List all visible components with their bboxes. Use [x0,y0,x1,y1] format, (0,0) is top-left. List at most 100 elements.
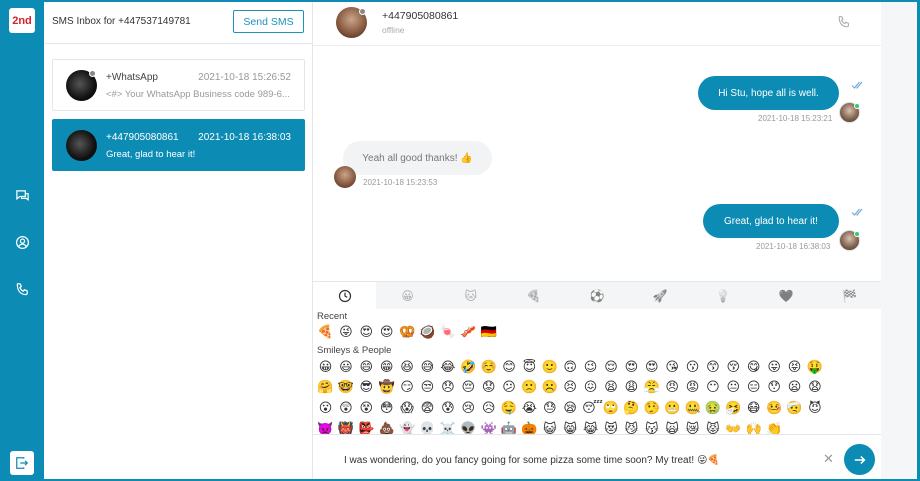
emoji-item[interactable]: 😓 [541,399,558,416]
emoji-item[interactable]: 😿 [684,420,701,435]
conversation-item[interactable]: +WhatsApp 2021-10-18 15:26:52 <#> Your W… [52,59,305,111]
emoji-item[interactable]: 😃 [337,358,354,375]
emoji-item[interactable]: 😜 [337,323,354,340]
emoji-item[interactable]: 🤒 [766,399,783,416]
emoji-item[interactable]: 👏 [766,420,783,435]
emoji-item[interactable]: 😇 [521,358,538,375]
emoji-item[interactable]: 🍕 [317,323,334,340]
emoji-item[interactable]: 🇩🇪 [480,323,497,340]
emoji-item[interactable]: 😗 [684,358,701,375]
emoji-item[interactable]: 🤧 [725,399,742,416]
emoji-item[interactable]: 😍 [643,358,660,375]
emoji-item[interactable]: 😂 [439,358,456,375]
emoji-item[interactable]: 🤠 [378,378,395,395]
emoji-item[interactable]: 💩 [378,420,395,435]
emoji-item[interactable]: 😻 [602,420,619,435]
emoji-item[interactable]: 😶 [704,378,721,395]
emoji-item[interactable]: 😎 [358,378,375,395]
emoji-item[interactable]: 😭 [521,399,538,416]
tab-flags[interactable]: 🏁 [818,282,881,309]
emoji-item[interactable]: 😡 [684,378,701,395]
emoji-item[interactable]: 😱 [399,399,416,416]
emoji-item[interactable]: 😾 [704,420,721,435]
emoji-item[interactable]: ☠️ [439,420,456,435]
clear-icon[interactable]: ✕ [823,451,834,467]
tab-objects[interactable]: 💡 [692,282,755,309]
emoji-item[interactable]: 😔 [460,378,477,395]
emoji-item[interactable]: 🙌 [745,420,762,435]
emoji-item[interactable]: 😴 [582,399,603,416]
emoji-item[interactable]: 😐 [725,378,742,395]
emoji-item[interactable]: 😺 [541,420,558,435]
emoji-item[interactable]: 👻 [399,420,416,435]
tab-recent[interactable] [313,282,377,309]
emoji-item[interactable]: 😽 [643,420,660,435]
tab-animals[interactable]: 🐱 [439,282,502,309]
emoji-item[interactable]: 😉 [582,358,599,375]
emoji-item[interactable]: 🤖 [501,420,518,435]
emoji-item[interactable]: 😋 [745,358,762,375]
emoji-item[interactable]: 😍 [623,358,640,375]
emoji-item[interactable]: 👺 [358,420,375,435]
emoji-item[interactable]: 😨 [419,399,436,416]
user-circle-icon[interactable] [12,232,32,252]
emoji-item[interactable]: 🤢 [704,399,721,416]
emoji-item[interactable]: 😣 [562,378,579,395]
emoji-item[interactable]: ☺️ [480,358,497,375]
emoji-item[interactable]: 😄 [358,358,375,375]
emoji-item[interactable]: 🥥 [419,323,436,340]
emoji-item[interactable]: 😮 [317,399,334,416]
emoji-item[interactable]: 🤣 [460,358,477,375]
emoji-item[interactable]: 😹 [582,420,599,435]
emoji-item[interactable]: 🎃 [521,420,538,435]
emoji-item[interactable]: 🙃 [562,358,579,375]
emoji-item[interactable]: 🤤 [501,399,518,416]
emoji-item[interactable]: 😕 [501,378,518,395]
emoji-item[interactable]: 🙀 [664,420,681,435]
emoji-item[interactable]: 😟 [480,378,497,395]
emoji-item[interactable]: 😳 [378,399,395,416]
emoji-item[interactable]: 😷 [745,399,762,416]
emoji-item[interactable]: 😬 [664,399,681,416]
emoji-item[interactable]: 😢 [460,399,477,416]
emoji-item[interactable]: 😼 [623,420,640,435]
emoji-item[interactable]: 😫 [602,378,619,395]
emoji-item[interactable]: 😯 [766,378,783,395]
send-message-button[interactable] [844,444,875,475]
emoji-item[interactable]: 😀 [317,358,334,375]
emoji-item[interactable]: 😏 [399,378,416,395]
emoji-item[interactable]: 😅 [419,358,436,375]
emoji-item[interactable]: 😁 [378,358,395,375]
emoji-item[interactable]: 😵 [358,399,375,416]
conversation-item-active[interactable]: +447905080861 2021-10-18 16:38:03 Great,… [52,119,305,171]
tab-smileys[interactable]: 😀 [376,282,439,309]
emoji-item[interactable]: 😚 [725,358,742,375]
tab-symbols[interactable]: 🖤 [755,282,818,309]
emoji-item[interactable]: 😰 [439,399,456,416]
emoji-item[interactable]: 🍬 [439,323,456,340]
emoji-item[interactable]: 😪 [562,399,579,416]
emoji-item[interactable]: 🥨 [399,323,416,340]
emoji-item[interactable]: 😝 [786,358,803,375]
emoji-item[interactable]: 🤐 [684,399,701,416]
emoji-item[interactable]: ☹️ [541,378,558,395]
emoji-item[interactable]: 🙂 [541,358,558,375]
emoji-item[interactable]: 💀 [419,420,436,435]
emoji-item[interactable]: 😠 [664,378,681,395]
call-phone-icon[interactable] [837,15,851,29]
emoji-item[interactable]: 😒 [419,378,436,395]
tab-travel[interactable]: 🚀 [629,282,692,309]
tab-food[interactable]: 🍕 [502,282,565,309]
emoji-item[interactable]: 👿 [317,420,334,435]
emoji-item[interactable]: 😸 [562,420,579,435]
emoji-item[interactable]: 🙁 [521,378,538,395]
emoji-item[interactable]: 😞 [439,378,456,395]
emoji-item[interactable]: 😍 [358,323,375,340]
emoji-item[interactable]: 😘 [664,358,681,375]
emoji-item[interactable]: 😩 [623,378,640,395]
emoji-item[interactable]: 🙄 [602,399,619,416]
emoji-item[interactable]: 👹 [337,420,354,435]
logout-button[interactable] [10,451,34,475]
emoji-item[interactable]: 😦 [786,378,803,395]
emoji-item[interactable]: 😆 [399,358,416,375]
